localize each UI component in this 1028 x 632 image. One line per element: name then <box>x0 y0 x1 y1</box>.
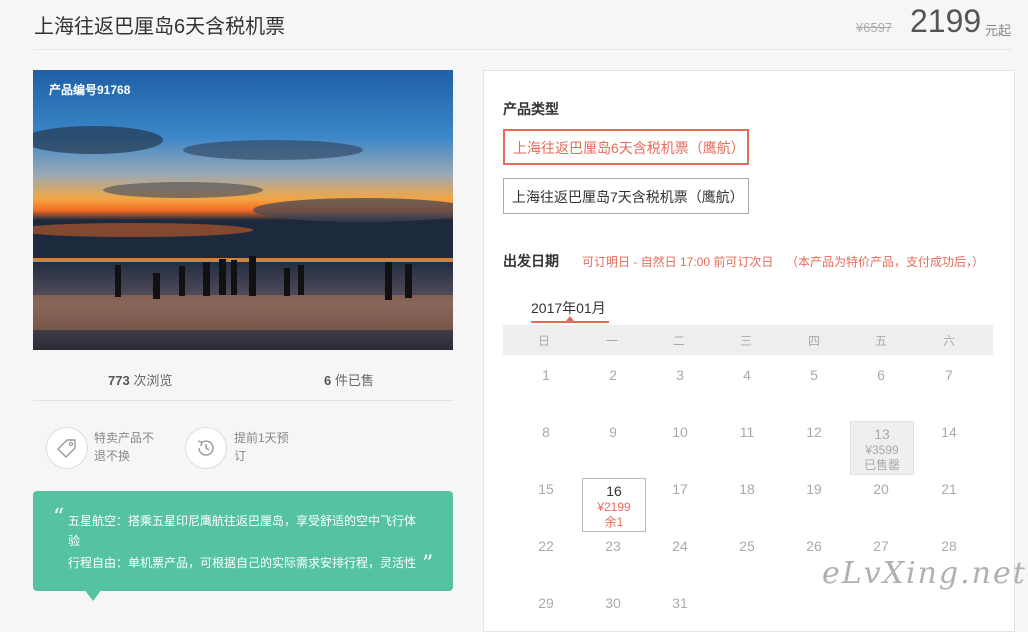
highlight-line-2: 验 <box>68 534 81 548</box>
quote-close-icon: ” <box>422 552 434 577</box>
product-option-7day[interactable]: 上海往返巴厘岛7天含税机票（鹰航） <box>503 178 749 214</box>
calendar-day-price: ¥2199 <box>597 500 631 514</box>
clock-icon <box>185 427 227 469</box>
calendar-day: 10 <box>672 424 688 440</box>
stats-divider <box>33 400 453 401</box>
calendar-day: 3 <box>676 367 684 383</box>
calendar-day: 20 <box>873 481 889 497</box>
weekday-mon: 一 <box>605 334 618 348</box>
feature-book-ahead: 提前1天预 订 <box>234 429 289 465</box>
calendar-day-number: 16 <box>606 483 622 499</box>
calendar-day: 17 <box>672 481 688 497</box>
feature-no-refund-line2: 退不换 <box>94 449 131 463</box>
calendar-day: 18 <box>739 481 755 497</box>
calendar-day-available[interactable]: 16 ¥2199 余1 <box>582 478 646 532</box>
feature-book-ahead-line1: 提前1天预 <box>234 431 289 445</box>
view-count: 773 次浏览 <box>108 370 172 389</box>
feature-no-refund: 特卖产品不 退不换 <box>94 429 154 465</box>
calendar-day-price: ¥3599 <box>865 443 899 457</box>
calendar-day: 26 <box>806 538 822 554</box>
sold-count: 6 件已售 <box>324 370 374 389</box>
calendar-day: 27 <box>873 538 889 554</box>
calendar-day: 25 <box>739 538 755 554</box>
view-count-number: 773 <box>108 373 130 388</box>
weekday-sat: 六 <box>942 334 955 348</box>
departure-heading: 出发日期 <box>503 253 559 269</box>
highlight-line-3: 行程自由：单机票产品，可根据自己的实际需求安排行程，灵活性 <box>68 556 417 570</box>
tag-icon <box>46 427 88 469</box>
calendar-day: 22 <box>538 538 554 554</box>
calendar-day: 2 <box>609 367 617 383</box>
calendar-day-number: 13 <box>874 426 890 442</box>
header-divider <box>34 49 1012 50</box>
weekday-sun: 日 <box>537 334 550 348</box>
calendar-day: 11 <box>739 424 755 440</box>
original-price: ¥6597 <box>856 20 893 35</box>
watermark: eLvXing.net <box>822 556 1027 591</box>
calendar-month[interactable]: 2017年01月 <box>531 298 606 318</box>
calendar-day-status: 已售罄 <box>863 458 900 472</box>
product-code: 产品编号91768 <box>49 83 131 97</box>
calendar-day: 6 <box>877 367 885 383</box>
calendar-day: 5 <box>810 367 818 383</box>
calendar-day: 14 <box>941 424 957 440</box>
weekday-fri: 五 <box>874 334 887 348</box>
calendar-day: 9 <box>609 424 617 440</box>
page-title: 上海往返巴厘岛6天含税机票 <box>34 16 286 38</box>
current-price: 2199 <box>910 3 982 39</box>
feature-book-ahead-line2: 订 <box>234 449 247 463</box>
sold-count-number: 6 <box>324 373 332 388</box>
quote-open-icon: “ <box>53 505 65 530</box>
product-type-heading: 产品类型 <box>503 101 559 117</box>
calendar-day: 23 <box>605 538 621 554</box>
booking-note: 可订明日 - 自然日 17:00 前可订次日 <box>582 255 774 269</box>
feature-no-refund-line1: 特卖产品不 <box>94 431 155 445</box>
weekday-tue: 二 <box>672 334 685 348</box>
calendar-day: 12 <box>806 424 822 440</box>
month-underline <box>531 321 609 323</box>
weekday-wed: 三 <box>739 334 752 348</box>
highlight-box-tail <box>84 589 102 601</box>
calendar-day: 24 <box>672 538 688 554</box>
calendar-day: 21 <box>941 481 957 497</box>
view-count-label: 次浏览 <box>133 373 173 388</box>
calendar-day-remaining: 余1 <box>604 515 624 529</box>
calendar-day: 1 <box>542 367 550 383</box>
product-photo[interactable] <box>33 70 453 350</box>
sold-count-label: 件已售 <box>334 373 374 388</box>
weekday-thu: 四 <box>807 334 820 348</box>
special-note: （本产品为特价产品，支付成功后，） <box>786 255 985 269</box>
calendar-day: 19 <box>806 481 822 497</box>
highlight-line-1: 五星航空：搭乘五星印尼鹰航往返巴厘岛，享受舒适的空中飞行体 <box>68 514 417 528</box>
calendar-day: 15 <box>538 481 554 497</box>
calendar-day-soldout: 13 ¥3599 已售罄 <box>850 421 914 475</box>
calendar-day: 8 <box>542 424 550 440</box>
price-unit: 元起 <box>985 23 1012 38</box>
calendar-day: 4 <box>743 367 751 383</box>
calendar-day: 7 <box>945 367 953 383</box>
calendar-weekday-header: 日 一 二 三 四 五 六 <box>503 325 993 355</box>
product-option-6day[interactable]: 上海往返巴厘岛6天含税机票（鹰航） <box>503 129 749 165</box>
highlight-box <box>33 491 453 591</box>
calendar-day: 28 <box>941 538 957 554</box>
